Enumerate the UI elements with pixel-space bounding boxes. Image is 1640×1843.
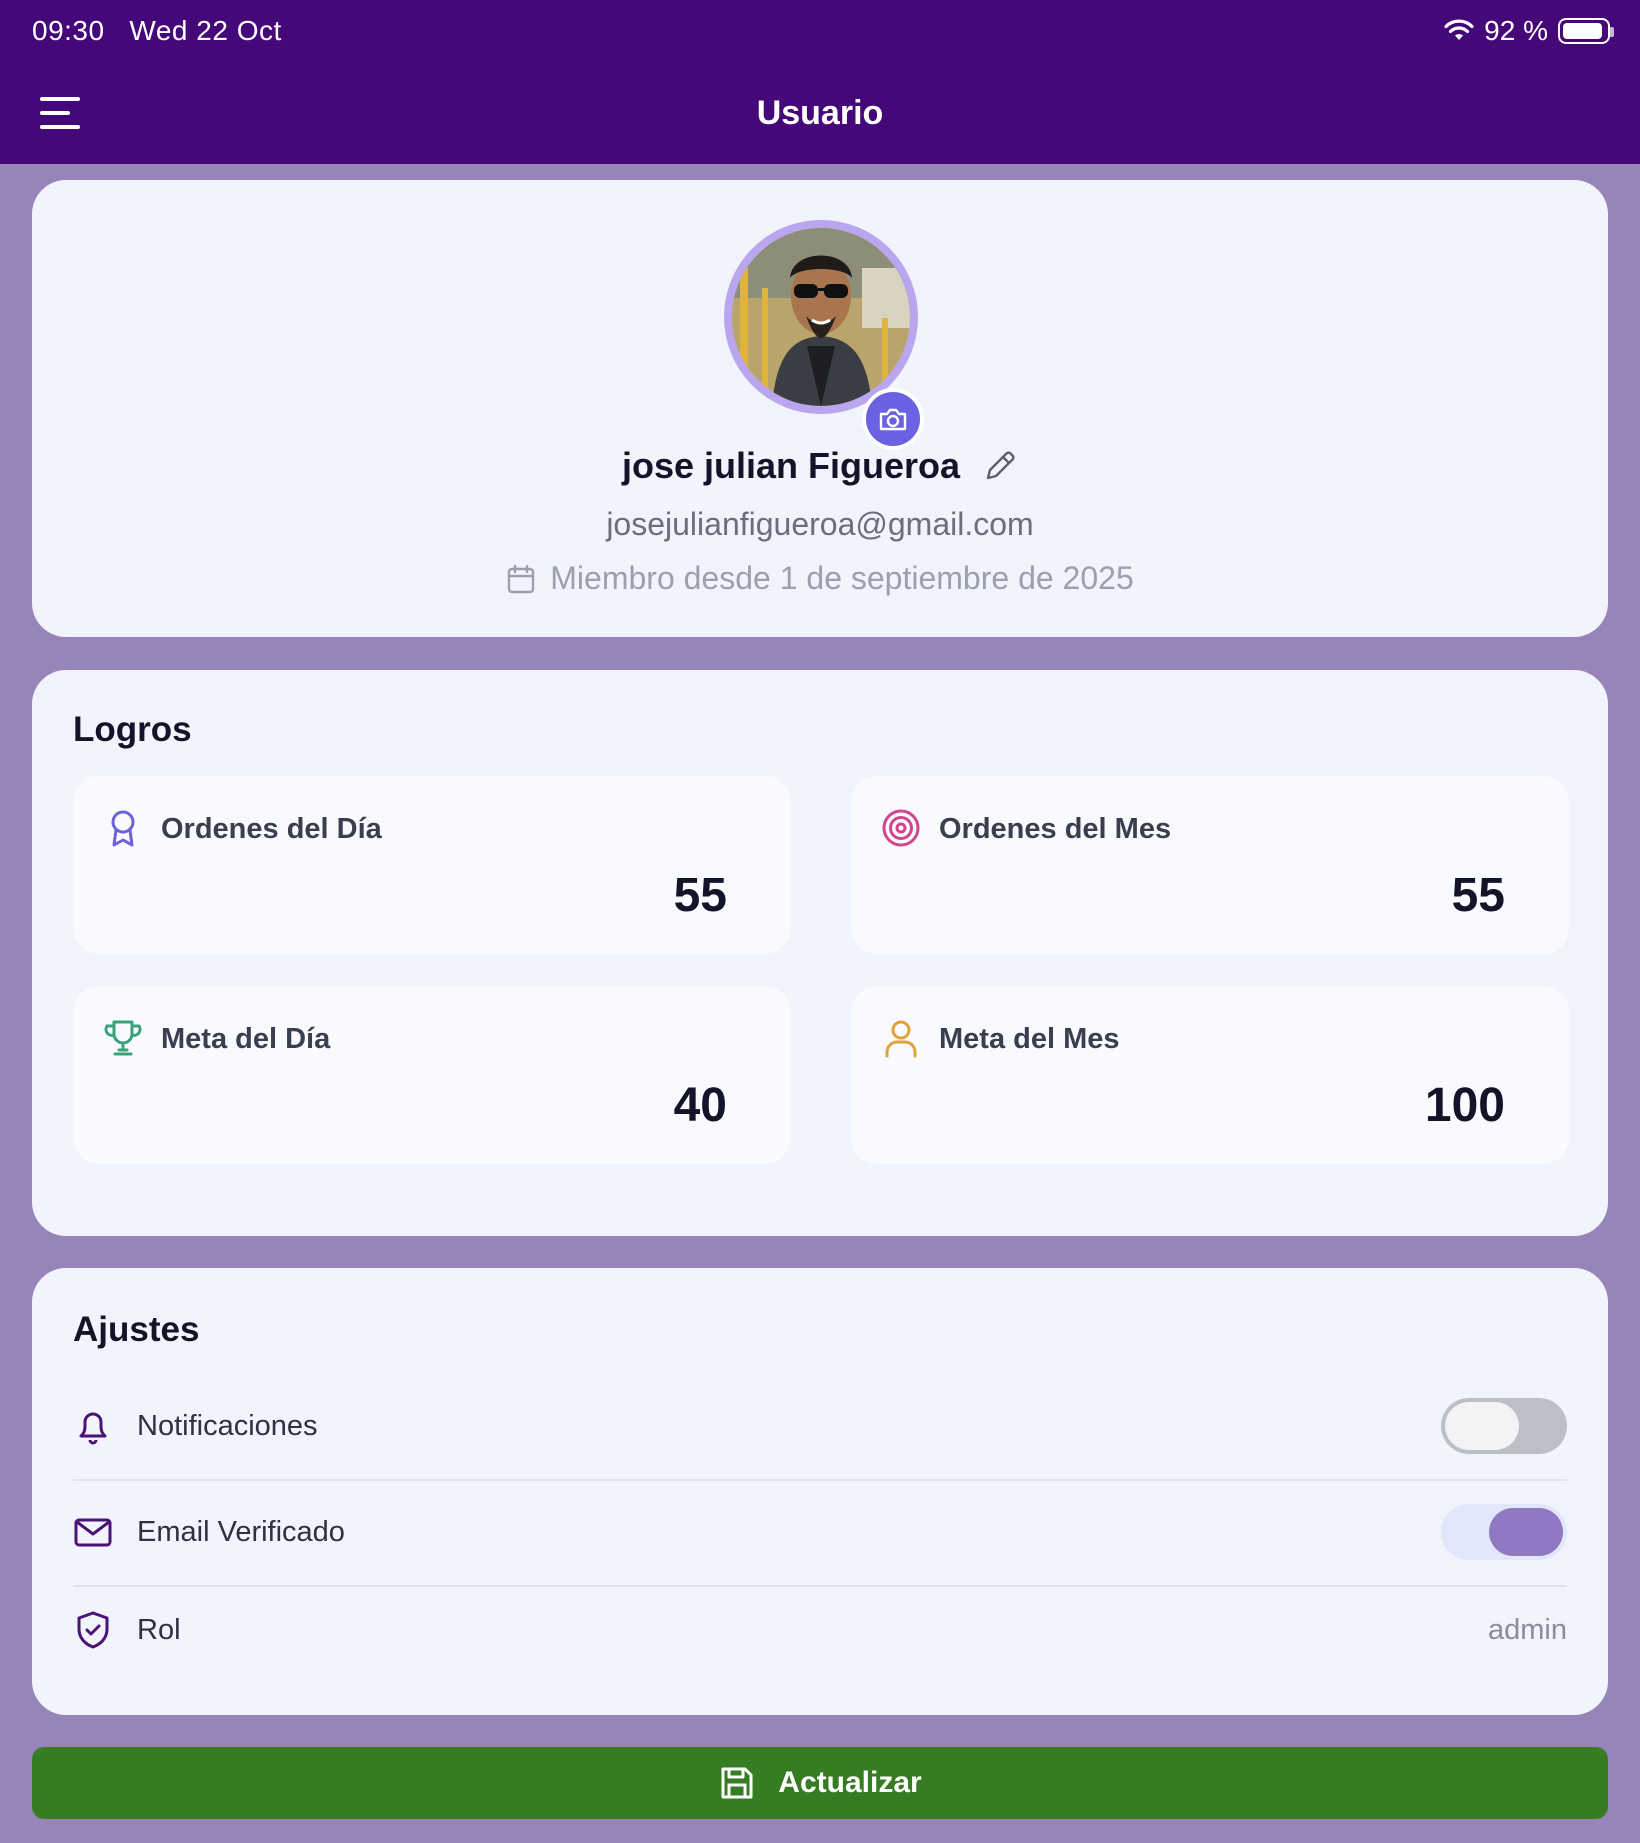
role-value: admin [1488,1614,1567,1646]
mail-icon [74,1518,112,1547]
status-indicators: 92 % [1444,15,1614,47]
update-button-label: Actualizar [778,1766,922,1799]
calendar-icon [508,564,535,593]
stat-ordenes-mes: Ordenes del Mes 55 [851,776,1569,954]
setting-role: Rol admin [73,1582,1567,1682]
stat-value: 55 [673,869,727,922]
camera-icon [879,408,907,431]
trophy-icon [104,1020,142,1056]
stat-meta-dia: Meta del Día 40 [73,986,791,1164]
top-bar: 09:30 Wed 22 Oct 92 % Usuario [0,0,1640,164]
status-time: 09:30 Wed 22 Oct [32,15,282,47]
profile-card: jose julian Figueroa josejulianfigueroa@… [32,180,1608,637]
avatar[interactable] [724,220,918,414]
member-since-row: Miembro desde 1 de septiembre de 2025 [32,560,1608,597]
bell-icon [79,1412,107,1445]
award-icon [111,810,135,847]
toggle-knob [1489,1508,1563,1556]
stat-value: 40 [673,1079,727,1132]
change-photo-button[interactable] [862,388,924,450]
setting-email-verified: Email Verificado [73,1484,1567,1584]
stat-meta-mes: Meta del Mes 100 [851,986,1569,1164]
status-clock: 09:30 [32,15,105,46]
notifications-label: Notificaciones [137,1410,318,1442]
logros-card: Logros Ordenes del Día 55 Ordenes del Me… [32,670,1608,1236]
avatar-photo [732,228,910,406]
stat-ordenes-dia: Ordenes del Día 55 [73,776,791,954]
user-icon [885,1020,917,1058]
pencil-icon[interactable] [982,448,1018,484]
page-title: Usuario [756,94,884,132]
toggle-knob [1445,1402,1519,1450]
role-label: Rol [137,1614,181,1646]
notifications-toggle[interactable] [1441,1398,1567,1454]
battery-percent: 92 % [1484,15,1548,46]
email-verified-toggle[interactable] [1441,1504,1567,1560]
setting-notifications: Notificaciones [73,1378,1567,1478]
logros-title: Logros [73,710,192,749]
avatar-container [724,220,924,450]
battery-icon [1558,18,1614,44]
stat-label: Meta del Día [161,1023,331,1055]
member-since: Miembro desde 1 de septiembre de 2025 [550,560,1134,596]
stat-value: 55 [1451,869,1505,922]
stat-label: Ordenes del Mes [939,813,1172,845]
email-verified-label: Email Verificado [137,1516,345,1548]
ajustes-title: Ajustes [73,1310,200,1349]
stat-value: 100 [1424,1079,1505,1132]
wifi-icon [1444,19,1474,40]
stat-label: Ordenes del Día [161,813,382,845]
update-button[interactable]: Actualizar [32,1747,1608,1819]
battery-fill [1563,23,1602,39]
name-row: jose julian Figueroa [32,445,1608,487]
save-icon [721,1767,753,1799]
ajustes-card: Ajustes Notificaciones Email Verificado … [32,1268,1608,1715]
status-date: Wed 22 Oct [129,15,282,46]
target-icon [882,809,920,847]
user-name: jose julian Figueroa [621,445,961,486]
divider [73,1479,1567,1481]
stat-label: Meta del Mes [939,1023,1120,1055]
shield-check-icon [77,1611,109,1649]
user-email: josejulianfigueroa@gmail.com [606,506,1034,542]
